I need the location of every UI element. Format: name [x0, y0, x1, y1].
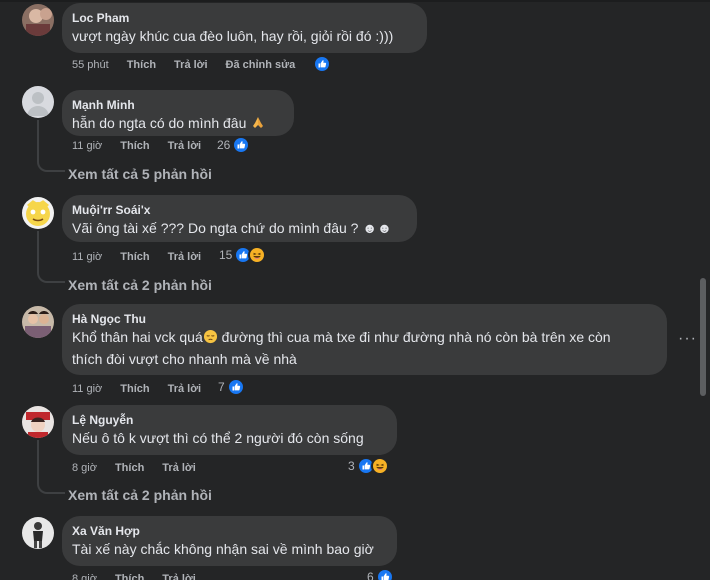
avatar[interactable] [22, 306, 54, 338]
comment-text: Khổ thân hai vck quá đường thì cua mà tx… [72, 329, 611, 367]
like-button[interactable]: Thích [120, 382, 149, 396]
reaction-summary[interactable]: 6 [367, 568, 394, 580]
reaction-summary[interactable] [313, 55, 331, 73]
view-replies-link[interactable]: Xem tất cả 2 phản hồi [68, 486, 212, 504]
comment-time[interactable]: 11 giờ [72, 250, 102, 264]
reaction-summary[interactable]: 7 [218, 378, 245, 396]
comment-bubble: Lệ Nguyễn Nếu ô tô k vượt thì có thể 2 n… [62, 405, 397, 455]
reply-button[interactable]: Trả lời [162, 461, 196, 475]
scrollbar-thumb[interactable] [700, 278, 706, 396]
view-replies-link[interactable]: Xem tất cả 2 phản hồi [68, 276, 212, 294]
comment-bubble: Loc Pham vượt ngày khúc cua đèo luôn, ha… [62, 3, 427, 53]
avatar[interactable] [22, 517, 54, 549]
edited-label: Đã chỉnh sửa [225, 59, 296, 71]
comment-author[interactable]: Loc Pham [72, 10, 415, 26]
comment-time[interactable]: 8 giờ [72, 461, 97, 475]
thread-line [37, 120, 39, 158]
haha-icon [370, 457, 389, 475]
comment-bubble: Xa Văn Hợp Tài xế này chắc không nhận sa… [62, 516, 397, 566]
thread-connector [37, 158, 65, 172]
comment-bubble: Hà Ngọc Thu Khổ thân hai vck quá đường t… [62, 304, 667, 375]
comment-actions: 8 giờ Thích Trả lời [72, 461, 214, 475]
comment-time[interactable]: 8 giờ [72, 572, 97, 580]
reaction-summary[interactable]: 26 [217, 136, 251, 154]
comment-author[interactable]: Mạnh Minh [72, 97, 282, 113]
comment-actions: 55 phút Thích Trả lời Đã chỉnh sửa [72, 58, 313, 72]
comment-actions: 8 giờ Thích Trả lời [72, 572, 214, 580]
avatar[interactable] [22, 86, 54, 118]
comment-text: Vãi ông tài xế ??? Do ngta chứ do mình đ… [72, 220, 392, 236]
comment-author[interactable]: Hà Ngọc Thu [72, 311, 655, 327]
reaction-summary[interactable]: 15 [219, 246, 267, 264]
like-button[interactable]: Thích [115, 572, 144, 580]
like-button[interactable]: Thích [127, 58, 156, 72]
comment-bubble: Muội'rr Soái'x Vãi ông tài xế ??? Do ngt… [62, 195, 417, 242]
comment-actions: 11 giờ Thích Trả lời [72, 382, 219, 396]
comment-text: vượt ngày khúc cua đèo luôn, hay rồi, gi… [72, 28, 394, 44]
haha-icon [248, 246, 267, 264]
comment-bubble: Mạnh Minh hẵn do ngta có do mình đâu [62, 90, 294, 136]
comment-time[interactable]: 11 giờ [72, 139, 102, 153]
comment-author[interactable]: Xa Văn Hợp [72, 523, 385, 539]
like-icon [375, 568, 394, 580]
comment-actions: 11 giờ Thích Trả lời [72, 139, 219, 153]
like-button[interactable]: Thích [115, 461, 144, 475]
like-button[interactable]: Thích [120, 139, 149, 153]
comment-actions: 11 giờ Thích Trả lời [72, 250, 219, 264]
reaction-count: 6 [367, 570, 374, 580]
comment-text: Tài xế này chắc không nhận sai về mình b… [72, 541, 374, 557]
reply-button[interactable]: Trả lời [162, 572, 196, 580]
folded-hands-icon [250, 114, 266, 135]
reply-button[interactable]: Trả lời [174, 58, 208, 72]
pensive-face-icon [203, 329, 218, 349]
comment-author[interactable]: Lệ Nguyễn [72, 412, 385, 428]
comment-time[interactable]: 55 phút [72, 58, 109, 72]
top-edge [0, 0, 710, 2]
more-options-button[interactable]: ··· [678, 330, 697, 348]
thread-connector [37, 480, 65, 494]
like-icon [232, 136, 251, 154]
view-replies-link[interactable]: Xem tất cả 5 phản hồi [68, 165, 212, 183]
avatar[interactable] [22, 406, 54, 438]
comment-text: Nếu ô tô k vượt thì có thể 2 người đó cò… [72, 430, 364, 446]
like-button[interactable]: Thích [120, 250, 149, 264]
thread-line [37, 231, 39, 269]
like-icon [226, 378, 245, 396]
reaction-count: 7 [218, 380, 225, 394]
reply-button[interactable]: Trả lời [168, 250, 202, 264]
reaction-count: 26 [217, 138, 231, 152]
reply-button[interactable]: Trả lời [168, 382, 202, 396]
comment-text: hẵn do ngta có do mình đâu [72, 113, 282, 135]
reaction-count: 15 [219, 248, 233, 262]
reaction-count: 3 [348, 459, 355, 473]
avatar[interactable] [22, 197, 54, 229]
reaction-summary[interactable]: 3 [348, 457, 389, 475]
like-icon [313, 55, 331, 73]
thread-line [37, 440, 39, 480]
avatar[interactable] [22, 4, 54, 36]
comment-time[interactable]: 11 giờ [72, 382, 102, 396]
comment-author[interactable]: Muội'rr Soái'x [72, 202, 405, 218]
reply-button[interactable]: Trả lời [168, 139, 202, 153]
thread-connector [37, 269, 65, 283]
